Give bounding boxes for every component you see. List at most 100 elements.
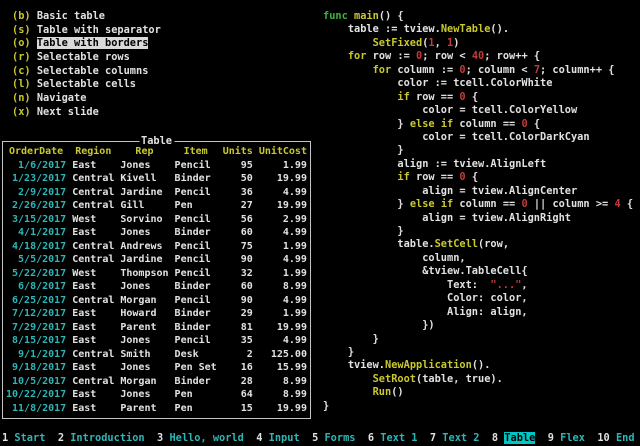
table-cell: Parent (120, 321, 168, 335)
code-line: SetRoot(table, true). (323, 373, 633, 386)
table-cell: Central (72, 253, 114, 267)
table-row: 2/26/2017CentralGillPen2719.99 (3, 199, 310, 213)
code-token: ; column++ { (540, 64, 614, 76)
code-token: else (410, 118, 435, 130)
table-cell: 19.99 (259, 402, 307, 416)
table-cell: Pencil (175, 294, 217, 308)
code-token: () { (379, 10, 404, 22)
menu-item-table-with-separator[interactable]: (s) Table with separator (12, 24, 161, 38)
statusbar-slide-number: 6 (368, 432, 374, 444)
table-cell: Central (72, 172, 114, 186)
table-cell: 81 (223, 321, 253, 335)
table-cell: Pen (175, 402, 217, 416)
code-token: else (410, 198, 435, 210)
column-header-region: Region (72, 145, 114, 159)
table-cell: 2/26/2017 (6, 199, 66, 213)
code-line: } (323, 400, 633, 413)
code-token: row == (410, 91, 460, 103)
column-header-item: Item (175, 145, 217, 159)
menu-item-label: Table with separator (37, 24, 161, 36)
table-cell: Central (72, 186, 114, 200)
table-cell: Pen Set (175, 361, 217, 375)
code-line: Text: "...", (323, 279, 633, 292)
menu-item-selectable-columns[interactable]: (c) Selectable columns (12, 65, 161, 79)
table-cell: Morgan (120, 375, 168, 389)
table-cell: Central (72, 199, 114, 213)
code-token: Run (373, 386, 392, 398)
menu-item-selectable-rows[interactable]: (r) Selectable rows (12, 51, 161, 65)
code-token: table. (397, 238, 434, 250)
table-cell: 64 (223, 388, 253, 402)
table-cell: East (72, 361, 114, 375)
code-token: , (435, 37, 447, 49)
code-line: color = tcell.ColorYellow (323, 104, 633, 117)
code-token: ) (453, 37, 459, 49)
menu-item-navigate[interactable]: (n) Navigate (12, 92, 161, 106)
statusbar-slide-number: 10 (597, 432, 609, 444)
code-line: for column := 0; column < 7; column++ { (323, 64, 633, 77)
statusbar-slide-start[interactable]: 1 Start (2, 432, 45, 444)
table-cell: 27 (223, 199, 253, 213)
menu-item-basic-table[interactable]: (b) Basic table (12, 10, 161, 24)
table-row: 8/15/2017EastJonesPencil354.99 (3, 334, 310, 348)
statusbar-slide-label: Table (504, 432, 535, 444)
table-cell: Pencil (175, 159, 217, 173)
table-panel: Table OrderDateRegionRepItemUnitsUnitCos… (2, 141, 311, 419)
table-cell: Parent (120, 402, 168, 416)
menu-item-table-with-borders[interactable]: (o) Table with borders (12, 37, 161, 51)
code-token: { (466, 171, 478, 183)
table-cell: 16 (223, 361, 253, 375)
statusbar-slide-flex[interactable]: 9 Flex (548, 432, 585, 444)
code-token: &tview.TableCell{ (422, 265, 527, 277)
code-line: } else if column == 0 { (323, 118, 633, 131)
table-cell: Desk (175, 348, 217, 362)
menu-item-selectable-cells[interactable]: (l) Selectable cells (12, 78, 161, 92)
table-row: 10/5/2017CentralMorganBinder288.99 (3, 375, 310, 389)
table-cell: Morgan (120, 294, 168, 308)
statusbar-slide-introduction[interactable]: 2 Introduction (58, 432, 145, 444)
statusbar-slide-number: 2 (58, 432, 64, 444)
statusbar-slide-text-2[interactable]: 7 Text 2 (430, 432, 480, 444)
table-cell: Gill (120, 199, 168, 213)
table-cell: Central (72, 294, 114, 308)
table-cell: Jardine (120, 253, 168, 267)
table-cell: Pencil (175, 240, 217, 254)
table-cell: 10/5/2017 (6, 375, 66, 389)
table-cell: 7/12/2017 (6, 307, 66, 321)
statusbar-slide-input[interactable]: 4 Input (256, 432, 299, 444)
table-cell: Binder (175, 307, 217, 321)
table-cell: 90 (223, 294, 253, 308)
table-cell: Jones (120, 334, 168, 348)
code-token: align = tview.AlignCenter (422, 185, 577, 197)
table-cell: West (72, 267, 114, 281)
code-token: (). (472, 359, 491, 371)
table-cell: Kivell (120, 172, 168, 186)
table-cell: 19.99 (259, 172, 307, 186)
code-line: func main() { (323, 10, 633, 23)
table-cell: 4/1/2017 (6, 226, 66, 240)
table-title: Table (139, 135, 174, 147)
menu-item-key: (o) (12, 37, 31, 49)
code-token: tview. (348, 359, 385, 371)
column-header-unitcost: UnitCost (259, 145, 307, 159)
code-token: if (441, 198, 453, 210)
statusbar-slide-end[interactable]: 10 End (597, 432, 634, 444)
statusbar-slide-hello-world[interactable]: 3 Hello, world (157, 432, 244, 444)
code-token: row == (410, 171, 460, 183)
code-line: Run() (323, 386, 633, 399)
menu-item-next-slide[interactable]: (x) Next slide (12, 106, 161, 120)
table-row: 7/29/2017EastParentBinder8119.99 (3, 321, 310, 335)
code-line: color = tcell.ColorDarkCyan (323, 131, 633, 144)
code-token: table := tview. (348, 23, 441, 35)
statusbar-slide-forms[interactable]: 5 Forms (312, 432, 355, 444)
menu-item-key: (b) (12, 10, 31, 22)
statusbar-slide-table[interactable]: 8 Table (492, 432, 535, 444)
table-row: 5/5/2017CentralJardinePencil904.99 (3, 253, 310, 267)
code-token: color := tcell.ColorWhite (397, 77, 552, 89)
menu-item-key: (x) (12, 106, 31, 118)
statusbar-slide-number: 9 (548, 432, 554, 444)
statusbar-slide-number: 1 (2, 432, 8, 444)
table-cell: 95 (223, 159, 253, 173)
table-cell: 9/1/2017 (6, 348, 66, 362)
statusbar-slide-text-1[interactable]: 6 Text 1 (368, 432, 418, 444)
